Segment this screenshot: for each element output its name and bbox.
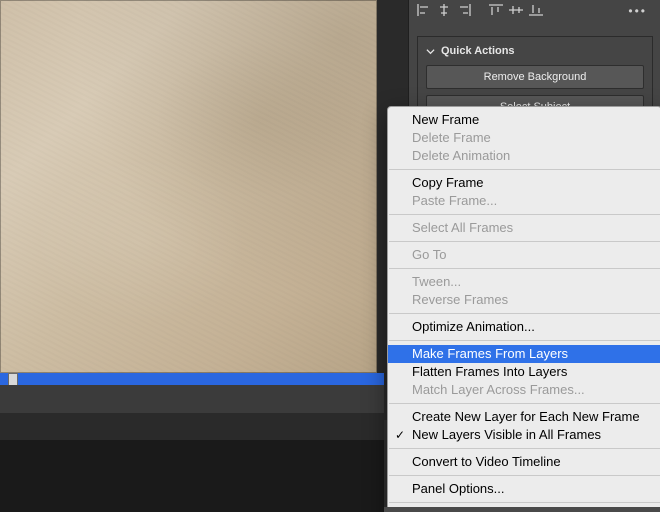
align-center-h-icon[interactable] — [437, 4, 451, 16]
menu-separator — [389, 475, 660, 476]
menu-separator — [389, 169, 660, 170]
quick-actions-label: Quick Actions — [441, 45, 515, 57]
menu-tween: Tween... — [388, 273, 660, 291]
timeline-scrollbar[interactable] — [0, 373, 410, 385]
menu-select-all-frames: Select All Frames — [388, 219, 660, 237]
menu-separator — [389, 214, 660, 215]
menu-match-layer-across-frames: Match Layer Across Frames... — [388, 381, 660, 399]
menu-separator — [389, 268, 660, 269]
menu-reverse-frames: Reverse Frames — [388, 291, 660, 309]
align-top-icon[interactable] — [489, 4, 503, 16]
menu-paste-frame: Paste Frame... — [388, 192, 660, 210]
menu-panel-options[interactable]: Panel Options... — [388, 480, 660, 498]
panel-footer-strip — [384, 507, 660, 512]
menu-separator — [389, 241, 660, 242]
menu-separator — [389, 403, 660, 404]
quick-actions-header[interactable]: Quick Actions — [426, 45, 644, 57]
canvas-area — [0, 0, 384, 440]
align-right-icon[interactable] — [457, 4, 471, 16]
align-center-v-icon[interactable] — [509, 4, 523, 16]
align-bottom-icon[interactable] — [529, 4, 543, 16]
menu-copy-frame[interactable]: Copy Frame — [388, 174, 660, 192]
menu-convert-to-video-timeline[interactable]: Convert to Video Timeline — [388, 453, 660, 471]
timeline-panel-menu: New Frame Delete Frame Delete Animation … — [387, 106, 660, 512]
menu-separator — [389, 502, 660, 503]
menu-flatten-frames-into-layers[interactable]: Flatten Frames Into Layers — [388, 363, 660, 381]
menu-item-label: New Layers Visible in All Frames — [412, 427, 601, 442]
menu-make-frames-from-layers[interactable]: Make Frames From Layers — [388, 345, 660, 363]
menu-separator — [389, 313, 660, 314]
menu-create-new-layer[interactable]: Create New Layer for Each New Frame — [388, 408, 660, 426]
menu-separator — [389, 448, 660, 449]
chevron-down-icon — [426, 47, 435, 56]
menu-go-to: Go To — [388, 246, 660, 264]
timeline-track[interactable] — [0, 385, 410, 413]
remove-background-button[interactable]: Remove Background — [426, 65, 644, 89]
menu-optimize-animation[interactable]: Optimize Animation... — [388, 318, 660, 336]
menu-new-frame[interactable]: New Frame — [388, 111, 660, 129]
menu-delete-animation: Delete Animation — [388, 147, 660, 165]
align-row: ••• — [409, 0, 660, 18]
menu-delete-frame: Delete Frame — [388, 129, 660, 147]
align-left-icon[interactable] — [417, 4, 431, 16]
check-icon: ✓ — [395, 426, 405, 444]
align-more-icon[interactable]: ••• — [628, 4, 653, 18]
document-canvas[interactable] — [0, 0, 377, 373]
menu-new-layers-visible[interactable]: ✓ New Layers Visible in All Frames — [388, 426, 660, 444]
menu-separator — [389, 340, 660, 341]
